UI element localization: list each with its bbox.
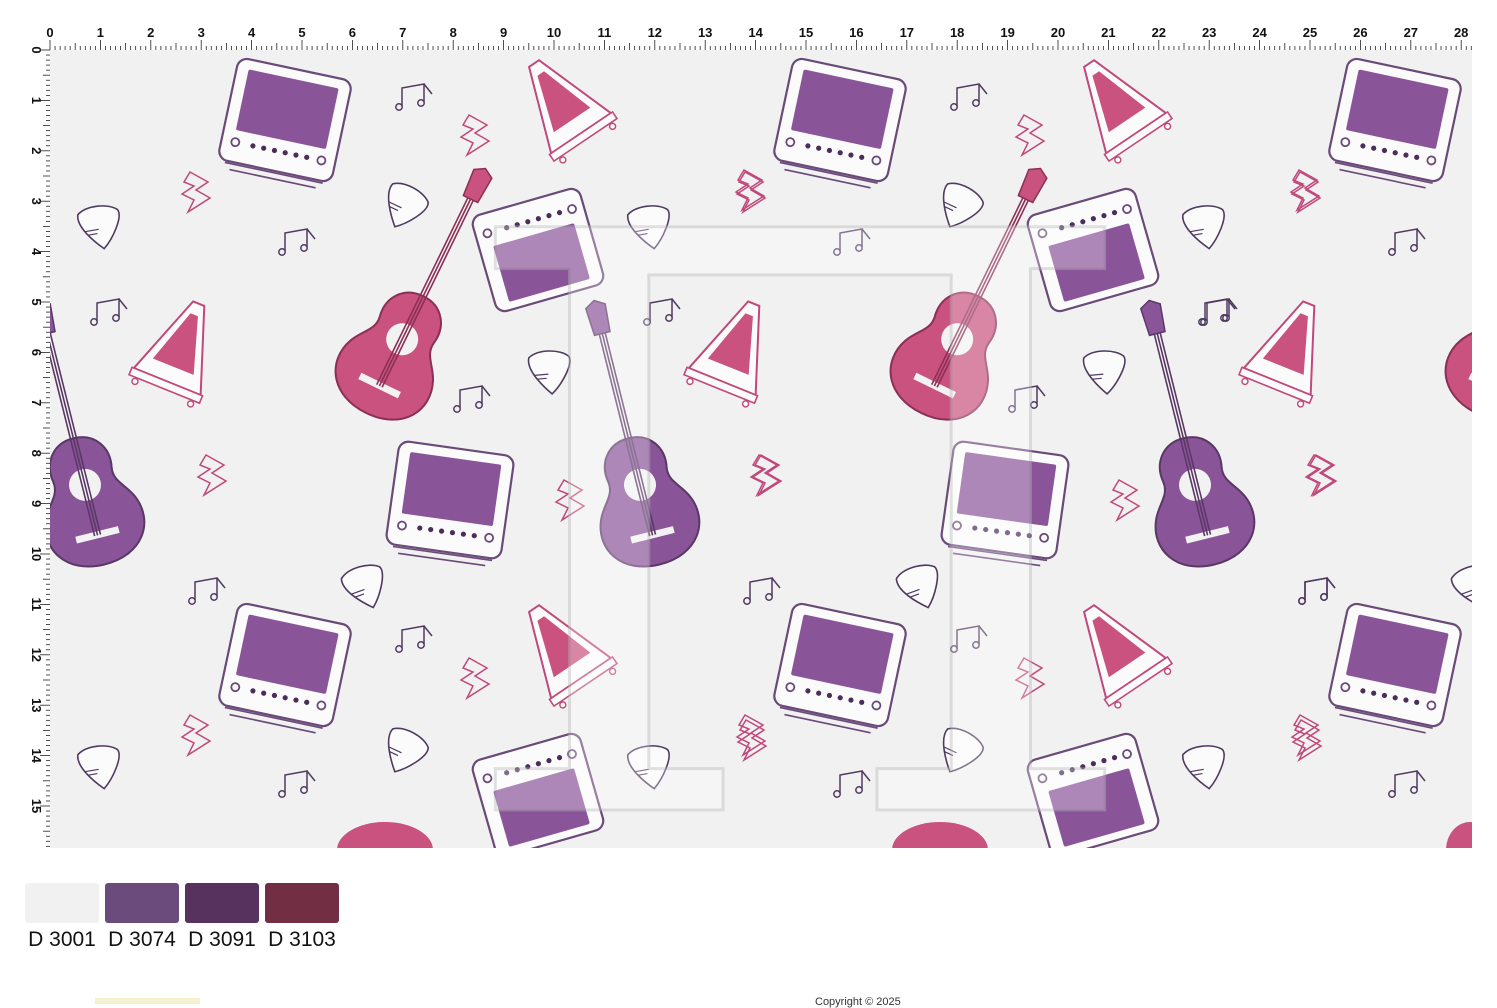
guitar-body-edge [337, 822, 433, 848]
ruler-label: 10 [547, 25, 561, 40]
ruler-label: 13 [698, 25, 712, 40]
left-ruler-svg: 0123456789101112131415 [29, 46, 50, 847]
ruler-label: 26 [1353, 25, 1367, 40]
ruler-label: 12 [648, 25, 662, 40]
ruler-label: 27 [1404, 25, 1418, 40]
ruler-label: 20 [1051, 25, 1065, 40]
ruler-label: 5 [298, 25, 305, 40]
swatch-code: D 3103 [268, 928, 336, 951]
swatch-item: D 3001 [25, 883, 99, 952]
top-ruler-svg: 0 1 2 3 4 5 6 7 8 9 10 11 12 13 14 15 16 17 18 19 20 21 22 23 24… [46, 25, 1472, 50]
top-ruler: 0 1 2 3 4 5 6 7 8 9 10 11 12 13 14 15 16 17 18 19 20 21 22 23 24… [46, 22, 1472, 50]
swatch-color [185, 883, 259, 923]
ruler-label: 22 [1152, 25, 1166, 40]
svg-text:П: П [451, 67, 1149, 848]
ruler-label: 0 [46, 25, 53, 40]
ruler-label: 15 [799, 25, 813, 40]
ruler-label: 11 [598, 25, 612, 40]
ruler-label: 18 [950, 25, 964, 40]
ruler-label: 16 [849, 25, 863, 40]
ruler-label: 1 [97, 25, 104, 40]
ruler-label: 7 [399, 25, 406, 40]
ruler-label: 14 [748, 25, 763, 40]
ruler-label: 24 [1252, 25, 1267, 40]
ruler-label: 4 [248, 25, 256, 40]
ruler-label: 23 [1202, 25, 1216, 40]
swatch-code: D 3001 [28, 928, 96, 951]
bottom-strip [95, 998, 200, 1004]
ruler-label: 28 [1454, 25, 1468, 40]
copyright-text: Copyright © 2025 [815, 996, 901, 1008]
ruler-label: 9 [500, 25, 507, 40]
swatch-code: D 3091 [188, 928, 256, 951]
ruler-label: 2 [147, 25, 154, 40]
color-palette: D 3001 D 3074 D 3091 D 3103 [25, 883, 339, 952]
fabric-pattern: П [50, 50, 1472, 848]
swatch-color [105, 883, 179, 923]
left-ruler: 0 1 2 3 4 5 6 7 8 9 10 11 12 13 14 15 [20, 46, 50, 848]
ruler-label: 25 [1303, 25, 1317, 40]
ruler-label: 21 [1101, 25, 1115, 40]
ruler-label: 6 [349, 25, 356, 40]
swatch-color [265, 883, 339, 923]
swatch-item: D 3074 [105, 883, 179, 952]
ruler-label: 3 [198, 25, 205, 40]
pattern-tile-3 [1200, 55, 1472, 798]
ruler-label: 17 [900, 25, 914, 40]
swatch-color [25, 883, 99, 923]
swatch-code: D 3074 [108, 928, 176, 951]
ruler-label: 8 [450, 25, 457, 40]
swatch-item: D 3103 [265, 883, 339, 952]
watermark: П [450, 66, 1151, 849]
pattern-canvas: П [50, 50, 1472, 848]
guitar-body-edge [1446, 822, 1472, 848]
ruler-label: 19 [1000, 25, 1014, 40]
swatch-item: D 3091 [185, 883, 259, 952]
